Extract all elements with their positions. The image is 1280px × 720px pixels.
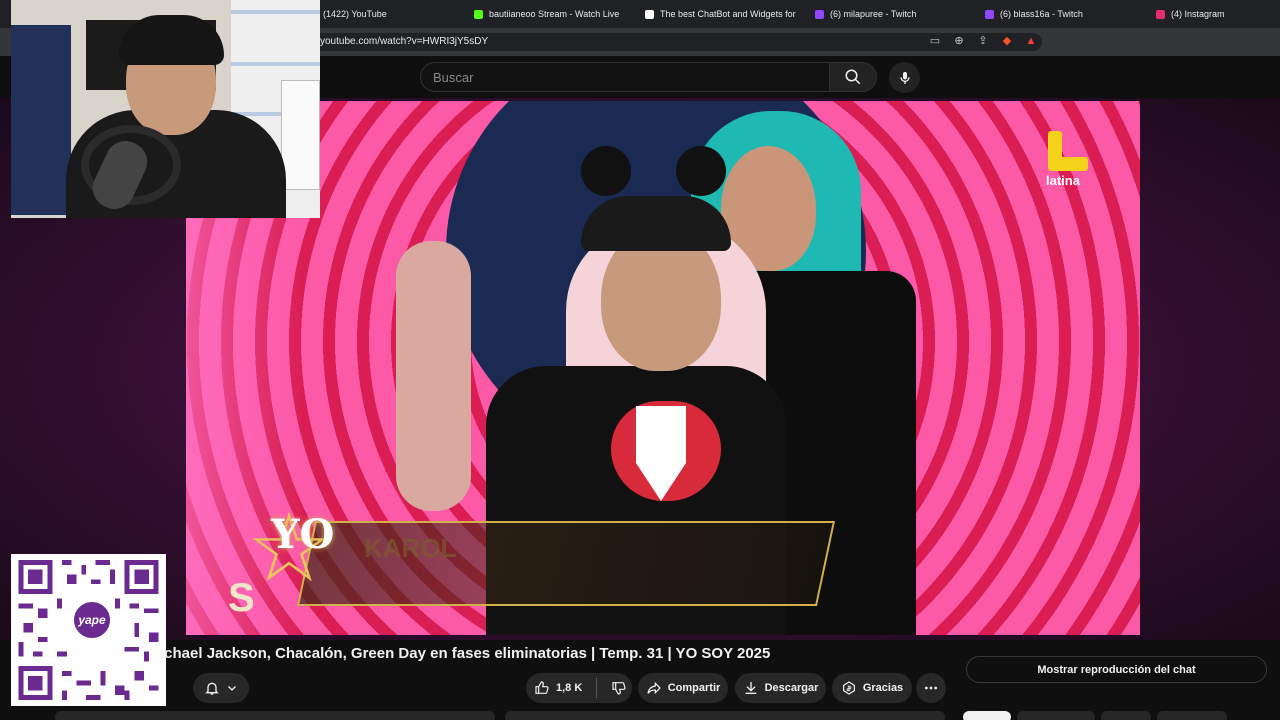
- shelf-board: [231, 10, 320, 14]
- tab-label: (1422) YouTube: [323, 9, 387, 19]
- streamer-hair: [119, 15, 224, 65]
- show-logo-s: S: [228, 576, 255, 620]
- share-label: Compartir: [667, 682, 721, 694]
- zoom-icon[interactable]: ⊕: [952, 34, 966, 48]
- voice-search-button[interactable]: [889, 62, 920, 93]
- thanks-label: Gracias: [862, 682, 904, 694]
- share-button[interactable]: Compartir: [638, 673, 728, 703]
- thanks-button[interactable]: Gracias: [832, 673, 912, 703]
- filter-chip[interactable]: [1017, 711, 1095, 720]
- performer-arm: [396, 241, 471, 511]
- latina-logo-icon-base: [1048, 157, 1088, 171]
- filter-chip[interactable]: [1101, 711, 1151, 720]
- streamer-webcam: [11, 0, 320, 218]
- dislike-button[interactable]: [611, 680, 627, 696]
- microphone-icon: [899, 71, 910, 84]
- more-actions-button[interactable]: [916, 673, 946, 703]
- tab-twitch-milapuree[interactable]: (6) milapuree - Twitch: [815, 4, 965, 24]
- like-divider: [596, 678, 598, 698]
- show-chat-replay-button[interactable]: Mostrar reproducción del chat: [966, 656, 1267, 683]
- bandana-ear-left: [581, 146, 631, 196]
- search-button[interactable]: [829, 62, 877, 92]
- bandana-ear-right: [676, 146, 726, 196]
- address-bar-icons: ▭ ⊕ ⇪ ◆ ▲: [928, 34, 1038, 48]
- webcam-cabinet: [281, 80, 320, 190]
- search-input[interactable]: Buscar: [420, 62, 830, 92]
- tab-label: (6) milapuree - Twitch: [830, 9, 917, 19]
- comments-box[interactable]: [505, 711, 945, 720]
- tab-chatbot[interactable]: The best ChatBot and Widgets for Ki: [645, 4, 797, 24]
- tab-label: (4) Instagram: [1171, 9, 1225, 19]
- url-text: youtube.com/watch?v=HWRI3jY5sDY: [320, 36, 489, 47]
- singer-bandana: [581, 196, 731, 251]
- like-count: 1,8 K: [556, 682, 583, 694]
- latina-channel-logo: latina: [1046, 131, 1094, 191]
- tab-twitch-blass16a[interactable]: (6) blass16a - Twitch: [985, 4, 1135, 24]
- shelf-board: [231, 62, 320, 66]
- download-icon: [745, 682, 756, 694]
- filter-chip[interactable]: [1157, 711, 1227, 720]
- show-logo-yo: YO: [271, 511, 335, 558]
- thanks-icon: [842, 681, 855, 695]
- search-placeholder: Buscar: [433, 70, 474, 85]
- bell-icon: [205, 682, 219, 695]
- instagram-favicon-icon: [1156, 9, 1165, 19]
- like-button[interactable]: 1,8 K: [534, 680, 582, 696]
- tab-label: (6) blass16a - Twitch: [1000, 9, 1083, 19]
- thumbs-down-icon: [612, 682, 626, 695]
- webcam-clothes-rack: [11, 25, 71, 215]
- chevron-down-icon: [228, 686, 236, 691]
- filter-chip-all[interactable]: [963, 711, 1011, 720]
- search-icon: [845, 69, 861, 85]
- latina-logo-text: latina: [1046, 173, 1080, 188]
- twitch-favicon-icon: [815, 9, 824, 19]
- twitch-favicon-icon: [985, 9, 994, 19]
- yape-logo-text: yape: [78, 613, 106, 627]
- tab-instagram[interactable]: (4) Instagram: [1156, 4, 1266, 24]
- chatbot-favicon-icon: [645, 9, 654, 19]
- brave-rewards-icon[interactable]: ▲: [1024, 34, 1038, 48]
- lower-third-name: KAROL: [364, 533, 457, 563]
- brave-shield-icon[interactable]: ◆: [1000, 34, 1014, 48]
- cast-icon[interactable]: ▭: [928, 34, 942, 48]
- tab-kick[interactable]: bautiianeoo Stream - Watch Live: [474, 4, 634, 24]
- share-page-icon[interactable]: ⇪: [976, 34, 990, 48]
- video-player[interactable]: KAROL ☆ YO S latina: [186, 101, 1140, 635]
- video-title: ichael Jackson, Chacalón, Green Day en f…: [160, 645, 771, 662]
- subscribe-bell-button[interactable]: [193, 673, 249, 703]
- description-box[interactable]: [55, 711, 495, 720]
- yape-qr-code: yape: [11, 554, 166, 706]
- share-icon: [647, 681, 661, 695]
- download-label: Descargar: [764, 682, 819, 694]
- tab-youtube[interactable]: (1422) YouTube: [308, 4, 458, 24]
- kick-favicon-icon: [474, 9, 483, 19]
- yape-logo: yape: [71, 599, 113, 641]
- chat-replay-label: Mostrar reproducción del chat: [1037, 663, 1196, 676]
- tab-label: bautiianeoo Stream - Watch Live: [489, 9, 620, 19]
- more-horizontal-icon: [925, 686, 937, 690]
- like-dislike-group: 1,8 K: [526, 673, 632, 703]
- thumbs-up-icon: [535, 681, 549, 694]
- download-button[interactable]: Descargar: [735, 673, 826, 703]
- tab-label: The best ChatBot and Widgets for Ki: [660, 9, 797, 19]
